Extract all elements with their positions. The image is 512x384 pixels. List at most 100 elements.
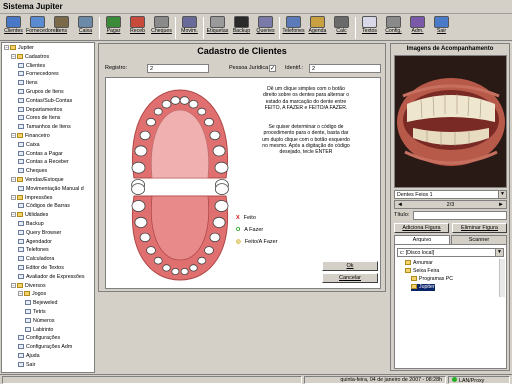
tooth[interactable] — [188, 100, 199, 109]
folder-list-item[interactable]: Jupiter — [411, 284, 435, 291]
tree-item[interactable]: Avaliador de Expressões — [18, 273, 85, 281]
tree-item[interactable]: Labirinto — [25, 326, 53, 334]
tooth[interactable] — [139, 232, 151, 243]
tooth[interactable] — [179, 96, 190, 105]
tooth[interactable] — [134, 216, 148, 228]
next-image-icon[interactable]: ► — [498, 201, 504, 209]
tooth[interactable] — [134, 145, 148, 157]
ok-button[interactable]: Ok — [322, 261, 378, 271]
tree-item[interactable]: Ajuda — [18, 352, 40, 360]
tree-item[interactable]: − Vendas/Estoque — [11, 176, 64, 184]
tooth[interactable] — [170, 96, 181, 105]
folder-list-item[interactable]: Seixa Feira — [405, 268, 439, 275]
tab-arquivo[interactable]: Arquivo — [394, 235, 450, 244]
toolbar-texts-button[interactable]: Textos — [358, 15, 381, 40]
toolbar-movement-button[interactable]: Movim. — [178, 15, 201, 40]
tooth[interactable] — [131, 183, 146, 195]
drive-select[interactable]: c: [Disco local] ▼ — [397, 248, 504, 257]
toolbar-config-button[interactable]: Config. — [382, 15, 405, 40]
registro-field[interactable]: 2 — [147, 64, 209, 73]
tree-expander-icon[interactable]: − — [18, 291, 23, 297]
tooth[interactable] — [189, 264, 198, 272]
tree-item[interactable]: − Utilidades — [11, 211, 48, 219]
tree-item[interactable]: − Jupiter — [4, 44, 34, 52]
tooth[interactable] — [146, 246, 156, 255]
toolbar-cheques-button[interactable]: Cheques — [150, 15, 173, 40]
tree-item[interactable]: Números — [25, 317, 55, 325]
toolbar-suppliers-button[interactable]: Fornecedores — [26, 15, 58, 40]
toolbar-labels-button[interactable]: Etiquetas — [206, 15, 229, 40]
tree-item[interactable]: Caixa — [18, 141, 40, 149]
tooth[interactable] — [180, 267, 189, 275]
toolbar-clients-button[interactable]: Clientes — [2, 15, 25, 40]
tree-item[interactable]: Configurações Adm — [18, 343, 72, 351]
tooth[interactable] — [214, 200, 229, 212]
tree-expander-icon[interactable]: − — [11, 194, 16, 200]
tree-expander-icon[interactable]: − — [11, 177, 16, 182]
tree-item[interactable]: Telefones — [18, 246, 49, 254]
tree-item[interactable]: − Cadastros — [11, 53, 49, 61]
toolbar-phones-button[interactable]: Telefones — [282, 15, 305, 40]
toolbar-backup-button[interactable]: Backup — [230, 15, 253, 40]
tree-item[interactable]: Grupos de Itens — [18, 88, 64, 96]
tooth[interactable] — [162, 264, 171, 272]
tree-item[interactable]: Query Browser — [18, 229, 61, 237]
tree-item[interactable]: Contas a Pagar — [18, 150, 63, 158]
tree-item[interactable]: Sair — [18, 361, 35, 369]
folder-list-item[interactable]: Programas PC — [411, 276, 453, 283]
tooth[interactable] — [153, 107, 163, 116]
tree-item[interactable]: − Financeiro — [11, 132, 50, 140]
tree-item[interactable]: Editor de Textos — [18, 264, 64, 272]
folder-list-item[interactable]: Arnumar — [405, 260, 433, 267]
tree-expander-icon[interactable]: − — [11, 53, 16, 59]
tooth[interactable] — [204, 117, 214, 127]
tree-item[interactable]: Movimentação Manual d — [18, 185, 84, 193]
tree-item[interactable]: Códigos de Barras — [18, 202, 70, 210]
tree-item[interactable]: Backup — [18, 220, 44, 228]
cancel-button[interactable]: Cancelar — [322, 273, 378, 283]
identif-field[interactable]: 2 — [309, 64, 381, 73]
tree-item[interactable]: Tamanhos de Itens — [18, 123, 71, 131]
tree-item[interactable]: Departamentos — [18, 106, 62, 114]
toolbar-admin-button[interactable]: Adm. — [406, 15, 429, 40]
tooth[interactable] — [204, 246, 214, 255]
tree-expander-icon[interactable]: − — [4, 45, 9, 50]
tooth[interactable] — [209, 232, 221, 243]
tooth[interactable] — [139, 130, 151, 141]
image-select[interactable]: Dentes Feios 1 ▼ — [394, 190, 507, 199]
pessoa-juridica-checkbox[interactable]: ✓ — [269, 65, 276, 72]
tree-item[interactable]: Clientes — [18, 62, 45, 70]
tree-expander-icon[interactable]: − — [11, 133, 16, 138]
tooth[interactable] — [212, 145, 226, 157]
tree-item[interactable]: Tetris — [25, 308, 46, 316]
tree-item[interactable]: − Impressões — [11, 194, 52, 202]
tree-item[interactable]: Configurações — [18, 334, 60, 342]
toolbar-receive-button[interactable]: Receb — [126, 15, 149, 40]
tree-item[interactable]: − Jogos — [18, 290, 46, 298]
tree-item[interactable]: Contas/Sub-Contas — [18, 97, 72, 105]
tree-expander-icon[interactable]: − — [11, 282, 16, 288]
tree-item[interactable]: Contas a Receber — [18, 158, 69, 166]
tree-item[interactable]: Cores de Itens — [18, 114, 60, 122]
tree-item[interactable]: Calculadora — [18, 255, 54, 263]
tooth[interactable] — [171, 267, 180, 275]
tooth[interactable] — [209, 130, 221, 141]
tooth[interactable] — [214, 161, 229, 174]
tree-item[interactable]: Fornecedores — [18, 70, 59, 78]
toolbar-cash-register-button[interactable]: Caixa — [74, 15, 97, 40]
titulo-field[interactable] — [413, 211, 507, 220]
tooth[interactable] — [146, 117, 156, 127]
chevron-down-icon[interactable]: ▼ — [495, 249, 503, 256]
tree-item[interactable]: Itens — [18, 79, 37, 87]
tree-expander-icon[interactable]: − — [11, 212, 16, 218]
toolbar-agenda-button[interactable]: Agenda — [306, 15, 329, 40]
tooth[interactable] — [197, 107, 207, 116]
tooth[interactable] — [131, 161, 146, 174]
tab-scanner[interactable]: Scanner — [451, 235, 507, 244]
tree-item[interactable]: Bejeweled — [25, 299, 57, 307]
tooth[interactable] — [197, 256, 207, 265]
navigation-tree[interactable]: − Jupiter − Cadastros Clientes Fornecedores It… — [1, 42, 95, 373]
folder-scrollbar[interactable] — [499, 259, 505, 297]
add-image-button[interactable]: Adiciona Figura — [394, 223, 449, 233]
tooth[interactable] — [131, 200, 146, 212]
